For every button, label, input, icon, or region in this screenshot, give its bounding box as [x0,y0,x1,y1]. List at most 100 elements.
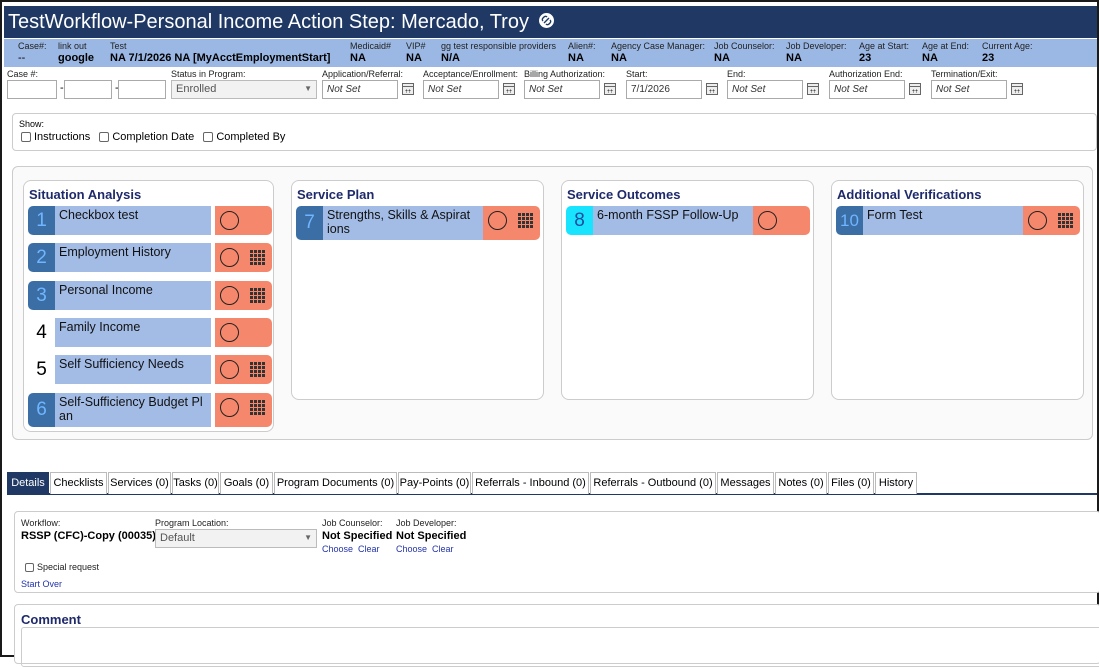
step-name[interactable]: Checkbox test [55,206,211,235]
tab-details[interactable]: Details [7,472,49,494]
grid-icon[interactable] [250,362,265,377]
step-number: 2 [28,243,55,272]
status-circle-icon[interactable] [1028,211,1047,230]
instructions-checkbox[interactable] [21,132,31,143]
info-current-age: Current Age: 23 [982,41,1033,64]
show-completed-by-option[interactable]: Completed By [203,131,285,143]
calendar-icon[interactable] [909,83,921,95]
tab-referrals-outbound[interactable]: Referrals - Outbound (0) [590,472,716,494]
job-counselor-clear-link[interactable]: Clear [358,544,380,554]
calendar-icon[interactable] [1011,83,1023,95]
tab-checklists[interactable]: Checklists [50,472,107,494]
column-title: Service Plan [297,187,375,202]
authorization-end-label: Authorization End: [829,69,903,79]
authorization-end-input[interactable]: Not Set [829,80,905,99]
status-circle-icon[interactable] [220,360,239,379]
step-10[interactable]: 10 Form Test [836,206,1080,235]
step-name[interactable]: Family Income [55,318,211,347]
tab-services[interactable]: Services (0) [108,472,171,494]
tab-tasks[interactable]: Tasks (0) [172,472,219,494]
grid-icon[interactable] [250,288,265,303]
tab-referrals-inbound[interactable]: Referrals - Inbound (0) [472,472,589,494]
termination-exit-input[interactable]: Not Set [931,80,1007,99]
completed-by-checkbox[interactable] [203,132,214,143]
details-panel: Workflow: RSSP (CFC)-Copy (00035) Progra… [14,511,1099,593]
completion-date-checkbox[interactable] [99,132,110,143]
info-case: Case#: -- [18,41,47,64]
case-number-part1-input[interactable] [7,80,57,99]
start-over-link[interactable]: Start Over [21,579,62,589]
calendar-icon[interactable] [807,83,819,95]
step-1[interactable]: 1 Checkbox test [28,206,272,235]
status-circle-icon[interactable] [220,286,239,305]
step-number: 8 [566,206,593,235]
column-service-plan: Service Plan 7 Strengths, Skills & Aspir… [291,180,544,400]
program-location-label: Program Location: [155,518,229,528]
special-request-label: Special request [37,562,100,572]
calendar-icon[interactable] [503,83,515,95]
info-test: Test NA 7/1/2026 NA [MyAcctEmploymentStar… [110,41,331,64]
end-date-input[interactable]: Not Set [727,80,803,99]
show-instructions-option[interactable]: Instructions [21,131,90,143]
grid-icon[interactable] [250,400,265,415]
info-link-out[interactable]: link out google [58,41,94,65]
tab-goals[interactable]: Goals (0) [220,472,273,494]
step-number: 10 [836,206,863,235]
tab-notes[interactable]: Notes (0) [775,472,827,494]
status-circle-icon[interactable] [220,248,239,267]
step-name[interactable]: 6-month FSSP Follow-Up [593,206,753,235]
show-options-panel: Show: Instructions Completion Date Compl… [12,113,1097,151]
step-name[interactable]: Form Test [863,206,1023,235]
case-number-part2-input[interactable] [64,80,112,99]
step-4[interactable]: 4 Family Income [28,318,272,347]
step-7[interactable]: 7 Strengths, Skills & Aspirat ions [296,206,540,240]
status-circle-icon[interactable] [220,323,239,342]
billing-authorization-input[interactable]: Not Set [524,80,600,99]
grid-icon[interactable] [250,250,265,265]
tab-history[interactable]: History [875,472,917,494]
calendar-icon[interactable] [402,83,414,95]
grid-icon[interactable] [518,213,533,228]
special-request-checkbox[interactable] [25,563,34,573]
status-select[interactable]: Enrolled ▼ [171,80,317,99]
step-2[interactable]: 2 Employment History [28,243,272,272]
grid-icon[interactable] [1058,213,1073,228]
acceptance-enrollment-input[interactable]: Not Set [423,80,499,99]
step-3[interactable]: 3 Personal Income [28,281,272,310]
tab-program-documents[interactable]: Program Documents (0) [274,472,397,494]
special-request-option[interactable]: Special request [25,562,100,573]
info-responsible-providers: gg test responsible providers N/A [441,41,557,64]
step-name[interactable]: Self Sufficiency Needs [55,355,211,384]
info-agency-case-manager: Agency Case Manager: NA [611,41,706,64]
status-circle-icon[interactable] [220,398,239,417]
job-developer-clear-link[interactable]: Clear [432,544,454,554]
step-6[interactable]: 6 Self-Sufficiency Budget Pl an [28,393,272,427]
step-name[interactable]: Self-Sufficiency Budget Pl an [55,393,211,427]
job-counselor-choose-link[interactable]: Choose [322,544,353,554]
status-circle-icon[interactable] [488,211,507,230]
application-referral-input[interactable]: Not Set [322,80,398,99]
link-icon[interactable] [538,13,554,29]
calendar-icon[interactable] [604,83,616,95]
step-status [1023,206,1080,235]
program-location-select[interactable]: Default ▼ [155,529,317,548]
step-name[interactable]: Employment History [55,243,211,272]
calendar-icon[interactable] [706,83,718,95]
tab-pay-points[interactable]: Pay-Points (0) [398,472,471,494]
case-number-part3-input[interactable] [118,80,166,99]
job-developer-actions: Choose Clear [396,544,459,554]
step-name[interactable]: Strengths, Skills & Aspirat ions [323,206,483,240]
tab-files[interactable]: Files (0) [828,472,874,494]
step-8[interactable]: 8 6-month FSSP Follow-Up [566,206,810,235]
show-completion-date-option[interactable]: Completion Date [99,131,194,143]
step-name[interactable]: Personal Income [55,281,211,310]
comment-textarea[interactable] [21,627,1099,667]
start-date-input[interactable]: 7/1/2026 [626,80,702,99]
tab-messages[interactable]: Messages [717,472,774,494]
step-5[interactable]: 5 Self Sufficiency Needs [28,355,272,384]
status-circle-icon[interactable] [220,211,239,230]
completed-by-label: Completed By [216,131,286,143]
info-vip: VIP# NA [406,41,426,64]
status-circle-icon[interactable] [758,211,777,230]
job-developer-choose-link[interactable]: Choose [396,544,427,554]
